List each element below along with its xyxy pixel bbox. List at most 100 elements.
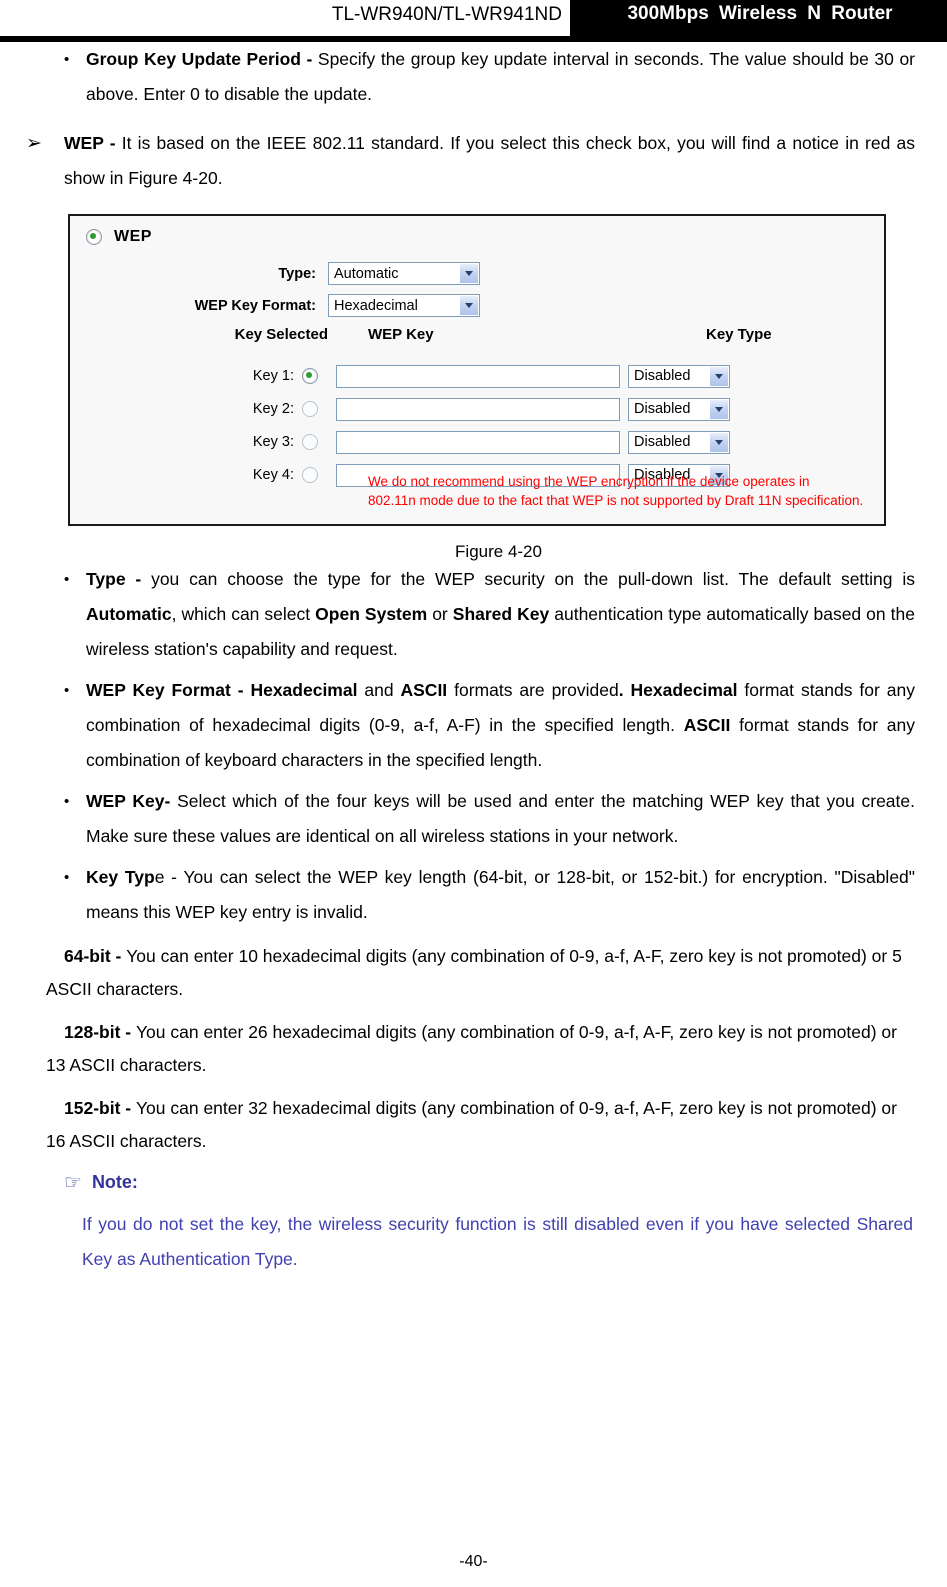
- desc-152-bit: You can enter 32 hexadecimal digits (any…: [46, 1098, 897, 1151]
- header-product-name: 300Mbps Wireless N Router: [627, 3, 893, 24]
- emph-automatic: Automatic: [86, 604, 172, 624]
- desc-wep-key: Select which of the four keys will be us…: [86, 791, 916, 846]
- key-selected-cell: [302, 434, 328, 450]
- figure-4-20: WEP Type: Automatic WEP Key Format: Hexa…: [18, 214, 929, 562]
- col-header-key-selected: Key Selected: [234, 326, 328, 343]
- bullet-icon: •: [64, 793, 70, 810]
- pointing-hand-icon: ☞: [64, 1171, 82, 1194]
- key-type-select-value: Disabled: [634, 401, 691, 417]
- lead-128-bit: 128-bit -: [64, 1022, 136, 1042]
- term-group-key-update-period: Group Key Update Period -: [86, 49, 318, 69]
- chevron-down-icon[interactable]: [459, 296, 478, 315]
- wep-key-input[interactable]: [336, 397, 620, 421]
- key-select-radio[interactable]: [302, 467, 318, 483]
- list-item-wep: ➢ WEP - It is based on the IEEE 802.11 s…: [18, 126, 929, 196]
- desc-type-1: you can choose the type for the WEP secu…: [151, 569, 915, 589]
- type-label: Type:: [278, 265, 316, 282]
- list-item-group-key-update-period: • Group Key Update Period - Specify the …: [18, 42, 929, 112]
- wep-key-format-select[interactable]: Hexadecimal: [328, 294, 480, 317]
- list-item-type: • Type - you can choose the type for the…: [18, 562, 929, 667]
- wep-section-radio[interactable]: [86, 229, 102, 245]
- key-type-select[interactable]: Disabled: [628, 364, 730, 388]
- list-item-wep-key-format: • WEP Key Format - Hexadecimal and ASCII…: [18, 673, 929, 778]
- para-128-bit: 128-bit - You can enter 26 hexadecimal d…: [18, 1016, 929, 1082]
- key-type-select[interactable]: Disabled: [628, 397, 730, 421]
- emph-open-system: Open System: [315, 604, 428, 624]
- term-key-type-bold: Key Typ: [86, 867, 155, 887]
- lead-152-bit: 152-bit -: [64, 1098, 136, 1118]
- term-wep-key-format: WEP Key Format -: [86, 680, 251, 700]
- note-label: Note:: [91, 1172, 138, 1192]
- wep-key-format-label: WEP Key Format:: [194, 297, 316, 314]
- bullet-icon: •: [64, 869, 70, 886]
- wep-section-header: WEP: [86, 228, 152, 246]
- key-type-select-value: Disabled: [634, 434, 691, 450]
- wep-key-input[interactable]: [336, 430, 620, 454]
- term-wep: WEP -: [64, 133, 122, 153]
- type-select-value: Automatic: [334, 265, 399, 282]
- desc-key-type: You can select the WEP key length (64-bi…: [86, 867, 916, 922]
- chevron-down-icon[interactable]: [709, 399, 728, 419]
- term-type: Type -: [86, 569, 152, 589]
- chevron-down-icon[interactable]: [709, 366, 728, 386]
- wep-section-title: WEP: [114, 228, 152, 245]
- bullet-icon: •: [64, 51, 70, 68]
- key-type-select-value: Disabled: [634, 368, 691, 384]
- page-content: • Group Key Update Period - Specify the …: [0, 42, 947, 1277]
- bullet-icon: •: [64, 682, 70, 699]
- key-label: Key 3:: [252, 434, 294, 450]
- desc-64-bit: You can enter 10 hexadecimal digits (any…: [46, 946, 902, 999]
- emph-hexadecimal-2: Hexadecimal: [630, 680, 738, 700]
- table-row: Key 1: Disabled: [70, 362, 884, 390]
- key-selected-cell: [302, 401, 328, 417]
- note-header: ☞ Note:: [18, 1172, 929, 1193]
- page-number: -40-: [459, 1553, 488, 1570]
- emph-period: .: [618, 680, 624, 700]
- col-header-wep-key: WEP Key: [368, 326, 434, 343]
- lead-64-bit: 64-bit -: [64, 946, 127, 966]
- key-select-radio[interactable]: [302, 368, 318, 384]
- key-type-select[interactable]: Disabled: [628, 430, 730, 454]
- wep-warning-line-2: 802.11n mode due to the fact that WEP is…: [368, 493, 864, 508]
- desc-type-2: , which can select: [171, 604, 316, 624]
- table-row: Key 3: Disabled: [70, 428, 884, 456]
- note-body: If you do not set the key, the wireless …: [82, 1214, 913, 1269]
- emph-ascii-1: ASCII: [400, 680, 448, 700]
- key-selected-cell: [302, 467, 328, 483]
- wep-warning-text: We do not recommend using the WEP encryp…: [368, 472, 878, 510]
- key-select-radio[interactable]: [302, 434, 318, 450]
- header-model-name: TL-WR940N/TL-WR941ND: [0, 4, 566, 26]
- wep-key-format-row: WEP Key Format: Hexadecimal: [70, 294, 884, 317]
- wep-key-input[interactable]: [336, 364, 620, 388]
- emph-hexadecimal-1: Hexadecimal: [250, 680, 358, 700]
- key-select-radio[interactable]: [302, 401, 318, 417]
- arrow-bullet-icon: ➢: [26, 133, 42, 154]
- table-row: Key 2: Disabled: [70, 395, 884, 423]
- type-select[interactable]: Automatic: [328, 262, 480, 285]
- emph-ascii-2: ASCII: [683, 715, 731, 735]
- term-wep-key: WEP Key-: [86, 791, 178, 811]
- emph-shared-key: Shared Key: [452, 604, 550, 624]
- bullet-icon: •: [64, 571, 70, 588]
- desc-wep: It is based on the IEEE 802.11 standard.…: [64, 133, 915, 188]
- key-label: Key 1:: [252, 368, 294, 384]
- desc-format-3: [624, 680, 631, 700]
- figure-caption: Figure 4-20: [455, 542, 542, 561]
- key-label: Key 2:: [252, 401, 294, 417]
- type-row: Type: Automatic: [70, 262, 884, 285]
- desc-128-bit: You can enter 26 hexadecimal digits (any…: [46, 1022, 897, 1075]
- para-64-bit: 64-bit - You can enter 10 hexadecimal di…: [18, 940, 929, 1006]
- key-table-headers: Key Selected WEP Key Key Type: [70, 326, 884, 348]
- chevron-down-icon[interactable]: [709, 432, 728, 452]
- term-key-type-rest: e -: [154, 867, 184, 887]
- desc-type-3: or: [427, 604, 453, 624]
- wep-settings-panel: WEP Type: Automatic WEP Key Format: Hexa…: [68, 214, 886, 526]
- list-item-key-type: • Key Type - You can select the WEP key …: [18, 860, 929, 930]
- desc-format-2: formats are provided: [447, 680, 619, 700]
- key-selected-cell: [302, 368, 328, 384]
- chevron-down-icon[interactable]: [459, 264, 478, 283]
- wep-key-format-select-value: Hexadecimal: [334, 297, 418, 314]
- desc-format-1: and: [357, 680, 401, 700]
- wep-warning-line-1: We do not recommend using the WEP encryp…: [368, 474, 810, 489]
- para-152-bit: 152-bit - You can enter 32 hexadecimal d…: [18, 1092, 929, 1158]
